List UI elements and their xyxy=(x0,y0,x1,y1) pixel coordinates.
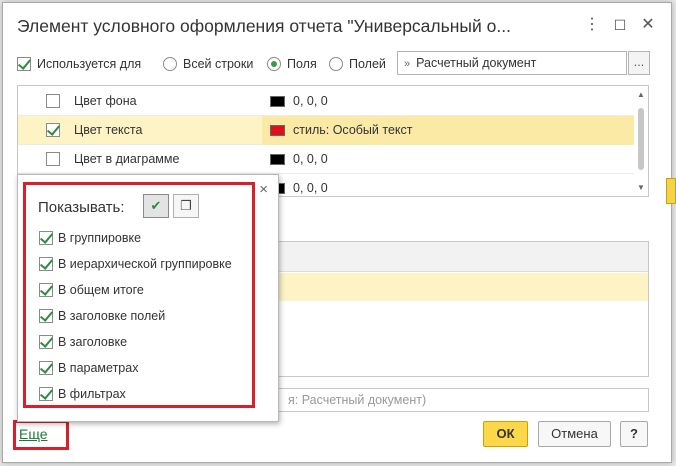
table-row[interactable]: Цвет фона 0, 0, 0 xyxy=(18,87,634,116)
more-actions-icon[interactable]: ⋮ xyxy=(581,14,603,36)
show-in-grand-total[interactable]: В общем итоге xyxy=(39,279,144,299)
row-value-cell[interactable]: 0, 0, 0 xyxy=(262,145,634,174)
row-value-cell[interactable]: 0, 0, 0 xyxy=(262,87,634,116)
used-for-row: Используется для Всей строки Поля Полей … xyxy=(17,51,657,75)
radio-field-label: Поля xyxy=(287,56,317,71)
checkbox[interactable] xyxy=(39,308,53,323)
copy-icon: ❐ xyxy=(180,198,192,213)
show-in-parameters[interactable]: В параметрах xyxy=(39,357,138,377)
row-value: 0, 0, 0 xyxy=(293,152,328,166)
checkbox[interactable] xyxy=(39,334,53,349)
item-label: В группировке xyxy=(58,230,142,245)
item-label: В заголовке полей xyxy=(58,308,166,323)
item-label: В фильтрах xyxy=(58,386,126,401)
cancel-button[interactable]: Отмена xyxy=(538,421,611,447)
table-row[interactable]: Цвет в диаграмме 0, 0, 0 xyxy=(18,145,634,174)
row-checkbox[interactable] xyxy=(46,94,60,108)
radio-whole-row[interactable]: Всей строки xyxy=(163,51,253,75)
radio-whole-row-button[interactable] xyxy=(163,56,177,71)
used-for-checkbox-group[interactable]: Используется для xyxy=(17,51,141,75)
item-label: В параметрах xyxy=(58,360,139,375)
radio-fields-label: Полей xyxy=(349,56,386,71)
close-icon[interactable]: ✕ xyxy=(637,14,659,36)
item-label: В заголовке xyxy=(58,334,128,349)
used-for-label: Используется для xyxy=(37,56,142,71)
show-in-header[interactable]: В заголовке xyxy=(39,331,127,351)
popup-close-icon[interactable]: × xyxy=(259,181,268,198)
row-value: 0, 0, 0 xyxy=(293,94,328,108)
checkbox[interactable] xyxy=(39,230,53,245)
item-label: В общем итоге xyxy=(58,282,144,297)
copy-button[interactable]: ❐ xyxy=(173,194,199,218)
field-select-button[interactable]: ... xyxy=(628,51,650,75)
row-checkbox[interactable] xyxy=(46,123,60,137)
background-button-edge xyxy=(666,178,676,204)
field-selector-value: Расчетный документ xyxy=(416,56,537,70)
maximize-icon[interactable]: ☐ xyxy=(609,14,631,36)
condition-input-hint: я: Расчетный документ) xyxy=(288,393,427,407)
row-label: Цвет текста xyxy=(74,123,143,137)
radio-fields[interactable]: Полей xyxy=(329,51,386,75)
show-in-popup: × Показывать: ✔ ❐ В группировке В иерарх… xyxy=(17,174,279,422)
checkbox[interactable] xyxy=(39,360,53,375)
radio-field-button[interactable] xyxy=(267,56,281,71)
row-label: Цвет фона xyxy=(74,94,137,108)
color-swatch xyxy=(270,154,285,165)
show-in-hierarchical-grouping[interactable]: В иерархической группировке xyxy=(39,253,232,273)
radio-whole-row-label: Всей строки xyxy=(183,56,254,71)
check-all-icon: ✔ xyxy=(150,198,162,213)
dialog-title: Элемент условного оформления отчета "Уни… xyxy=(17,16,511,36)
scroll-down-icon[interactable]: ▼ xyxy=(637,183,645,192)
help-button[interactable]: ? xyxy=(620,421,648,447)
scroll-thumb[interactable] xyxy=(638,108,644,170)
row-value: стиль: Особый текст xyxy=(293,123,413,137)
chevron-right-icon: » xyxy=(404,58,411,70)
ok-button[interactable]: ОК xyxy=(483,421,528,447)
radio-fields-button[interactable] xyxy=(329,56,343,71)
show-in-field-headers[interactable]: В заголовке полей xyxy=(39,305,165,325)
show-label: Показывать: xyxy=(38,199,125,216)
color-swatch xyxy=(270,125,285,136)
field-selector-input[interactable]: » Расчетный документ xyxy=(397,51,627,75)
row-value-cell[interactable]: 0, 0, 0 xyxy=(262,174,634,196)
used-for-checkbox[interactable] xyxy=(17,56,31,71)
checkbox[interactable] xyxy=(39,256,53,271)
table-row[interactable]: Цвет текста стиль: Особый текст xyxy=(18,116,634,145)
title-bar: Элемент условного оформления отчета "Уни… xyxy=(3,3,671,45)
table-scrollbar[interactable]: ▲ ▼ xyxy=(634,86,648,196)
item-label: В иерархической группировке xyxy=(58,256,232,271)
row-value-cell[interactable]: стиль: Особый текст xyxy=(262,116,634,145)
more-link[interactable]: Еще xyxy=(19,426,48,442)
show-in-filters[interactable]: В фильтрах xyxy=(39,383,126,403)
color-swatch xyxy=(270,96,285,107)
checkbox[interactable] xyxy=(39,282,53,297)
row-value: 0, 0, 0 xyxy=(293,181,328,195)
checkbox[interactable] xyxy=(39,386,53,401)
row-checkbox[interactable] xyxy=(46,152,60,166)
check-all-button[interactable]: ✔ xyxy=(143,194,169,218)
row-label: Цвет в диаграмме xyxy=(74,152,180,166)
scroll-up-icon[interactable]: ▲ xyxy=(637,90,645,99)
radio-field[interactable]: Поля xyxy=(267,51,317,75)
show-in-grouping[interactable]: В группировке xyxy=(39,227,141,247)
